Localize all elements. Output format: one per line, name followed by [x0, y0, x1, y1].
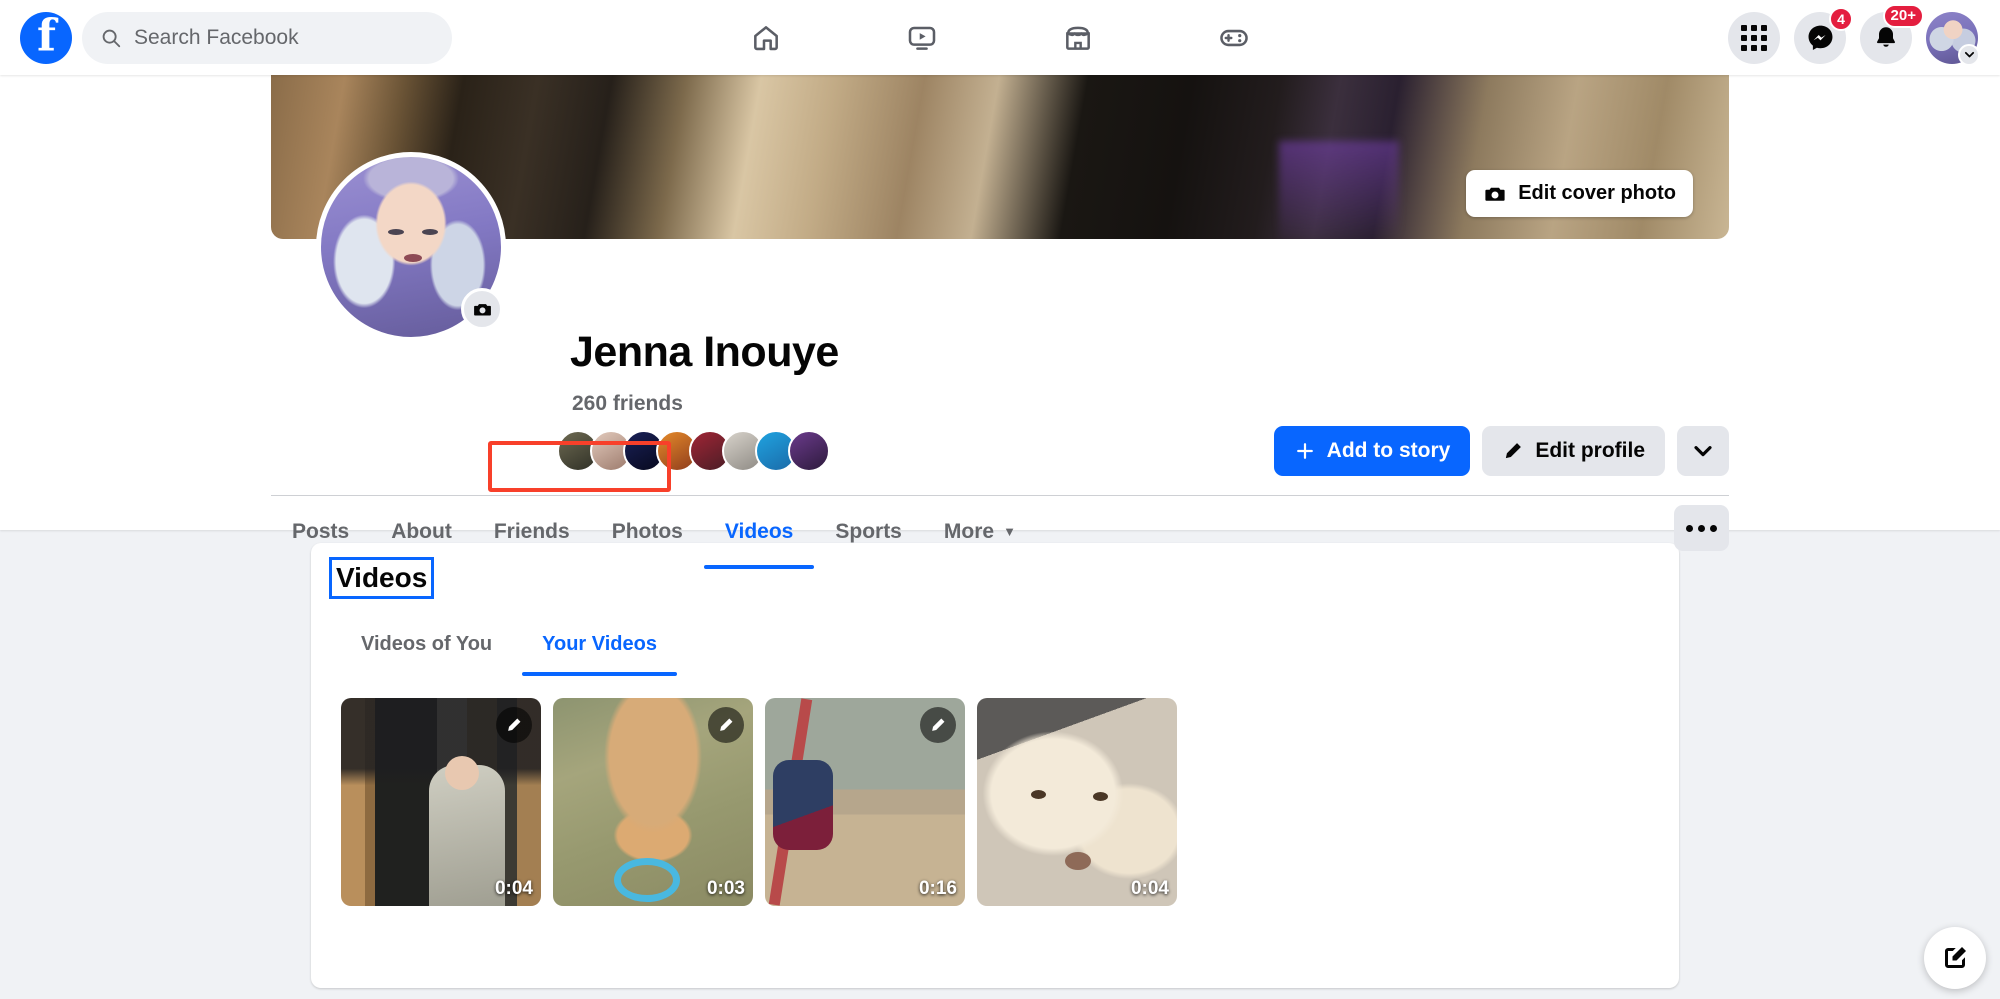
tab-more[interactable]: More ▼ — [923, 501, 1037, 563]
tab-videos[interactable]: Videos — [703, 501, 815, 569]
pencil-icon — [508, 718, 521, 731]
camera-icon — [473, 303, 491, 315]
edit-profile-button[interactable]: Edit profile — [1482, 426, 1665, 476]
nav-tab-video[interactable] — [885, 9, 959, 67]
search-input[interactable]: Search Facebook — [82, 11, 452, 64]
profile-photo-wrapper — [316, 152, 506, 342]
edit-cover-photo-button[interactable]: Edit cover photo — [1466, 170, 1693, 217]
bell-icon — [1877, 26, 1895, 47]
avatar-detail — [387, 229, 404, 235]
video-thumbnail[interactable]: 0:04 — [341, 698, 541, 906]
nav-left-group: Search Facebook — [0, 11, 452, 64]
avatar-detail — [403, 254, 422, 263]
facebook-logo-icon[interactable] — [20, 11, 72, 64]
notifications-button[interactable]: 20+ — [1860, 3, 1924, 64]
chevron-down-icon — [1694, 446, 1712, 457]
account-avatar-button[interactable] — [1926, 11, 1980, 66]
page-title: Jenna Inouye — [570, 328, 839, 376]
compose-message-button[interactable] — [1924, 927, 1986, 989]
tab-friends[interactable]: Friends — [473, 501, 591, 563]
search-placeholder: Search Facebook — [134, 25, 299, 49]
ellipsis-icon — [1698, 524, 1705, 532]
edit-profile-label: Edit profile — [1535, 439, 1645, 462]
nav-tab-marketplace[interactable] — [1041, 9, 1115, 67]
tab-label: Friends — [493, 519, 570, 543]
edit-video-button[interactable] — [920, 707, 956, 743]
add-to-story-label: Add to story — [1326, 439, 1451, 462]
ellipsis-icon — [1686, 524, 1693, 532]
profile-actions: Add to story Edit profile — [1273, 426, 1729, 476]
tab-label: Sports — [835, 519, 902, 543]
menu-button[interactable] — [1728, 11, 1780, 64]
top-navigation-bar: Search Facebook — [0, 0, 2000, 75]
pencil-icon — [720, 718, 733, 731]
nav-right-group: 4 20+ — [1728, 3, 1980, 66]
tab-label: Photos — [611, 519, 683, 543]
tab-photos[interactable]: Photos — [591, 501, 704, 563]
friends-count[interactable]: 260 friends — [572, 392, 683, 416]
edit-video-button[interactable] — [496, 707, 532, 743]
video-thumbnail[interactable]: 0:03 — [553, 698, 753, 906]
video-thumbnail[interactable]: 0:04 — [977, 698, 1177, 906]
plus-icon — [1296, 443, 1313, 459]
video-duration: 0:16 — [918, 878, 957, 899]
compose-icon — [1945, 947, 1966, 968]
subtab-label: Your Videos — [542, 633, 657, 655]
messenger-button[interactable]: 4 — [1794, 6, 1853, 64]
chevron-down-icon — [1958, 43, 1980, 66]
ellipsis-icon — [1710, 524, 1717, 532]
profile-tabs-more-button[interactable] — [1674, 505, 1729, 551]
edit-cover-photo-label: Edit cover photo — [1518, 182, 1676, 204]
videos-grid: 0:04 0:03 0:16 0:04 — [333, 698, 1657, 906]
notifications-badge: 20+ — [1882, 3, 1924, 28]
videos-subtabs: Videos of You Your Videos — [333, 623, 1657, 676]
profile-header: Edit cover photo Jenna Inouye 260 friend… — [0, 75, 2000, 569]
messenger-icon — [1808, 25, 1832, 50]
messenger-badge: 4 — [1829, 6, 1853, 31]
search-icon — [102, 29, 121, 47]
tab-label: More — [943, 519, 995, 543]
edit-profile-photo-button[interactable] — [461, 288, 503, 330]
nav-tab-gaming[interactable] — [1197, 9, 1271, 67]
video-thumbnail[interactable]: 0:16 — [765, 698, 965, 906]
subtab-label: Videos of You — [361, 633, 493, 655]
profile-more-dropdown-button[interactable] — [1677, 426, 1729, 476]
camera-icon — [1485, 187, 1505, 201]
video-duration: 0:04 — [1130, 878, 1169, 899]
tab-label: About — [391, 519, 452, 543]
grid-menu-icon — [1741, 24, 1767, 51]
tab-sports[interactable]: Sports — [814, 501, 923, 563]
subtab-your-videos[interactable]: Your Videos — [522, 623, 677, 676]
pencil-icon — [932, 718, 945, 731]
nav-tab-home[interactable] — [729, 9, 803, 67]
pencil-icon — [1506, 443, 1522, 459]
tab-posts[interactable]: Posts — [271, 501, 370, 563]
video-play-icon — [908, 26, 936, 50]
gamepad-icon — [1220, 29, 1248, 46]
video-duration: 0:03 — [706, 878, 745, 899]
subtab-videos-of-you[interactable]: Videos of You — [341, 623, 512, 676]
friend-avatar[interactable] — [788, 430, 830, 472]
tab-label: Videos — [724, 519, 794, 543]
caret-down-icon: ▼ — [1003, 524, 1016, 539]
video-duration: 0:04 — [494, 878, 533, 899]
storefront-icon — [1066, 26, 1090, 50]
home-icon — [754, 25, 778, 50]
friend-avatars-row[interactable] — [557, 430, 830, 472]
tab-label: Posts — [292, 519, 350, 543]
nav-center-tabs — [729, 9, 1271, 67]
videos-card: Videos Videos of You Your Videos 0:04 0:… — [311, 543, 1679, 988]
avatar-detail — [421, 229, 438, 235]
edit-video-button[interactable] — [708, 707, 744, 743]
tab-about[interactable]: About — [370, 501, 473, 563]
add-to-story-button[interactable]: Add to story — [1273, 426, 1471, 476]
profile-tabs: Posts About Friends Photos Videos Sports… — [271, 495, 1729, 569]
